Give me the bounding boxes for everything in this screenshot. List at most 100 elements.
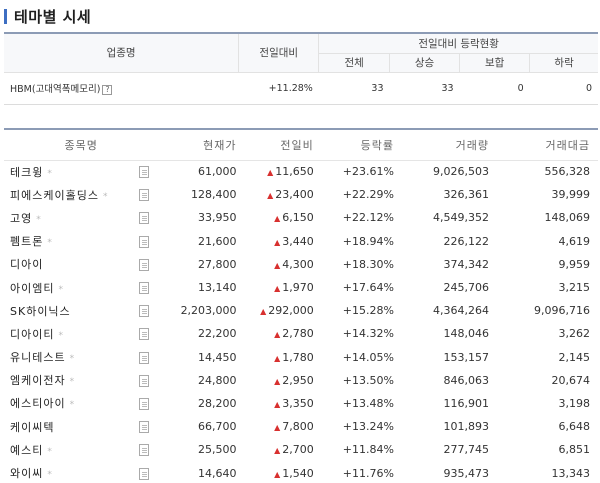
stock-change-cell: ▲ 23,400 [245,183,322,206]
document-icon[interactable] [138,467,149,480]
table-row: 아이엠티 * 13,140 ▲ 1,970 +17.64% 245,706 3,215 [4,276,598,299]
star-icon: * [47,168,52,179]
document-icon[interactable] [138,444,149,457]
stock-name-link[interactable]: 유니테스트 [10,351,66,364]
star-icon: * [102,191,108,202]
stock-change: 3,350 [282,396,314,410]
up-arrow-icon: ▲ [274,330,281,340]
stock-rate: +22.12% [342,211,394,225]
doc-cell [129,438,159,461]
stock-change-cell: ▲ 11,650 [245,160,322,183]
stock-change-cell: ▲ 2,950 [245,369,322,392]
document-icon[interactable] [138,212,149,225]
table-row: 고영 * 33,950 ▲ 6,150 +22.12% 4,549,352 148,069 [4,206,598,229]
star-icon: * [58,330,63,341]
stock-price: 128,400 [191,188,237,202]
document-icon[interactable] [138,305,149,318]
stock-header-name: 종목명 [4,130,159,161]
stock-amount: 20,674 [551,373,591,387]
stock-name-cell: 예스티 * [4,438,129,461]
stock-name-cell: 피에스케이홀딩스 * [4,183,129,206]
document-icon[interactable] [138,421,149,434]
stock-volume: 116,901 [443,396,489,410]
theme-name-link[interactable]: HBM(고대역폭메모리) [10,84,100,95]
stock-name-link[interactable]: 예스티 [10,444,43,457]
stock-change: 6,150 [282,211,314,225]
stock-price: 28,200 [198,396,237,410]
stock-name-link[interactable]: 아이엠티 [10,282,54,295]
stock-rate: +23.61% [342,165,394,179]
stock-volume: 148,046 [443,327,489,341]
up-arrow-icon: ▲ [267,191,274,201]
doc-cell [129,183,159,206]
stock-name-link[interactable]: 피에스케이홀딩스 [10,189,99,202]
stock-volume: 4,549,352 [433,211,489,225]
stock-price: 24,800 [198,373,237,387]
help-icon[interactable]: ? [102,84,113,95]
star-icon: * [69,377,75,388]
stock-change: 2,950 [282,373,314,387]
stock-name-link[interactable]: 와이씨 [10,467,43,480]
stock-price: 33,950 [198,211,237,225]
stock-change: 4,300 [282,257,314,271]
stock-name-cell: SK하이닉스 [4,299,129,322]
summary-header-total: 전체 [318,53,390,73]
stock-amount: 3,262 [558,327,591,341]
stock-name-cell: 에스티아이 * [4,392,129,415]
stock-volume: 4,364,264 [433,304,489,318]
document-icon[interactable] [138,328,149,341]
stock-change: 292,000 [268,304,314,318]
stock-name-link[interactable]: 케이씨텍 [10,421,54,434]
document-icon[interactable] [138,166,149,179]
document-icon[interactable] [138,282,149,295]
stock-volume: 153,157 [443,350,489,364]
stock-change: 1,540 [282,466,314,480]
document-icon[interactable] [138,351,149,364]
table-row: 예스티 * 25,500 ▲ 2,700 +11.84% 277,745 6,851 [4,438,598,461]
doc-cell [129,346,159,369]
theme-flat-count: 0 [517,82,524,94]
stock-price: 66,700 [198,420,237,434]
document-icon[interactable] [138,397,149,410]
stock-rate: +18.94% [342,234,394,248]
stock-name-cell: 펨트론 * [4,230,129,253]
up-arrow-icon: ▲ [274,353,281,363]
stock-name-link[interactable]: 테크윙 [10,166,43,179]
stock-name-link[interactable]: 고영 [10,212,32,225]
doc-cell [129,206,159,229]
stock-change-cell: ▲ 292,000 [245,299,322,322]
stock-change-cell: ▲ 7,800 [245,415,322,438]
document-icon[interactable] [138,258,149,271]
stock-change-cell: ▲ 3,440 [245,230,322,253]
stock-volume: 9,026,503 [433,165,489,179]
stock-name-link[interactable]: 디아이티 [10,328,54,341]
up-arrow-icon: ▲ [274,446,281,456]
star-icon: * [69,354,75,365]
stock-name-link[interactable]: 펨트론 [10,235,43,248]
stock-name-link[interactable]: SK하이닉스 [10,305,71,318]
stock-volume: 277,745 [443,443,489,457]
table-row: 유니테스트 * 14,450 ▲ 1,780 +14.05% 153,157 2,145 [4,346,598,369]
up-arrow-icon: ▲ [274,376,281,386]
stock-name-link[interactable]: 엠케이전자 [10,374,66,387]
stock-price: 13,140 [198,281,237,295]
stock-change: 1,780 [282,350,314,364]
stock-list-table: 종목명 현재가 전일비 등락률 거래량 거래대금 테크윙 * 61,000 ▲ 11,6… [4,128,598,483]
stock-price: 27,800 [198,257,237,271]
document-icon[interactable] [138,374,149,387]
document-icon[interactable] [138,189,149,202]
stock-name-link[interactable]: 디아이 [10,258,43,271]
stock-change: 7,800 [282,420,314,434]
theme-change-rate: +11.28% [268,82,313,94]
summary-header-up: 상승 [388,53,460,73]
table-row: 와이씨 * 14,640 ▲ 1,540 +11.76% 935,473 13,343 [4,461,598,483]
table-row: 펨트론 * 21,600 ▲ 3,440 +18.94% 226,122 4,619 [4,230,598,253]
stock-change-cell: ▲ 1,970 [245,276,322,299]
theme-down-count: 0 [585,82,592,94]
stock-volume: 935,473 [443,466,489,480]
stock-amount: 3,215 [558,281,591,295]
stock-change-cell: ▲ 6,150 [245,206,322,229]
document-icon[interactable] [138,235,149,248]
stock-header-rate: 등락률 [321,130,402,161]
stock-name-link[interactable]: 에스티아이 [10,397,66,410]
